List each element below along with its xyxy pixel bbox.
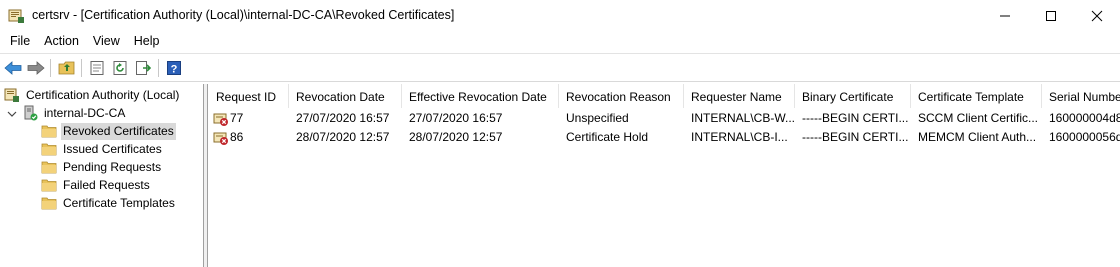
- window-title: certsrv - [Certification Authority (Loca…: [32, 8, 455, 22]
- column-binary-certificate[interactable]: Binary Certificate: [795, 84, 911, 108]
- column-requester-name[interactable]: Requester Name: [684, 84, 795, 108]
- cell-effective-revocation-date: 27/07/2020 16:57: [409, 111, 503, 125]
- title-bar: certsrv - [Certification Authority (Loca…: [0, 0, 1120, 31]
- cell-revocation-date: 27/07/2020 16:57: [296, 111, 390, 125]
- folder-icon: [41, 125, 57, 138]
- export-list-icon: [136, 61, 151, 75]
- refresh-button[interactable]: [110, 58, 130, 78]
- tree-item-root[interactable]: Certification Authority (Local): [4, 86, 181, 104]
- cell-effective-revocation-date: 28/07/2020 12:57: [409, 130, 503, 144]
- properties-button[interactable]: [87, 58, 107, 78]
- folder-icon: [41, 179, 57, 192]
- console-tree: Certification Authority (Local) internal…: [0, 84, 204, 267]
- cell-request-id: 77: [230, 111, 244, 125]
- cell-binary-certificate: -----BEGIN CERTI...: [802, 111, 909, 125]
- column-request-id[interactable]: Request ID: [209, 84, 289, 108]
- cell-serial-number: 1600000056d: [1049, 130, 1120, 144]
- menu-action[interactable]: Action: [37, 31, 86, 52]
- minimize-button[interactable]: [982, 0, 1028, 31]
- svg-text:?: ?: [171, 64, 178, 76]
- close-button[interactable]: [1074, 0, 1120, 31]
- menu-help[interactable]: Help: [127, 31, 167, 52]
- help-icon: ?: [167, 61, 181, 76]
- properties-icon: [90, 61, 104, 75]
- tree-item-ca[interactable]: internal-DC-CA: [22, 104, 127, 122]
- tree-label-failed: Failed Requests: [63, 177, 150, 192]
- help-button[interactable]: ?: [164, 58, 184, 78]
- ca-server-icon: [24, 105, 38, 121]
- tree-label-issued: Issued Certificates: [63, 141, 162, 156]
- cell-binary-certificate: -----BEGIN CERTI...: [802, 130, 909, 144]
- folder-icon: [41, 161, 57, 174]
- tree-item-certificate-templates[interactable]: Certificate Templates: [41, 194, 177, 212]
- column-certificate-template[interactable]: Certificate Template: [911, 84, 1042, 108]
- menu-bar: File Action View Help: [0, 31, 1120, 52]
- cell-requester-name: INTERNAL\CB-I...: [691, 130, 788, 144]
- table-row[interactable]: 86 28/07/2020 12:57 28/07/2020 12:57 Cer…: [209, 128, 1120, 147]
- tree-item-issued-certificates[interactable]: Issued Certificates: [41, 140, 164, 158]
- folder-icon: [41, 197, 57, 210]
- export-list-button[interactable]: [133, 58, 153, 78]
- back-icon: [4, 61, 22, 75]
- up-folder-button[interactable]: [57, 58, 77, 78]
- cell-revocation-reason: Unspecified: [566, 111, 629, 125]
- cell-serial-number: 160000004d8: [1049, 111, 1120, 125]
- maximize-button[interactable]: [1028, 0, 1074, 31]
- menu-view[interactable]: View: [86, 31, 127, 52]
- menu-file[interactable]: File: [0, 31, 37, 52]
- forward-icon: [27, 61, 45, 75]
- column-serial-number[interactable]: Serial Number: [1042, 84, 1120, 108]
- forward-button[interactable]: [26, 58, 46, 78]
- cell-requester-name: INTERNAL\CB-W...: [691, 111, 795, 125]
- column-effective-revocation-date[interactable]: Effective Revocation Date: [402, 84, 559, 108]
- cell-revocation-date: 28/07/2020 12:57: [296, 130, 390, 144]
- certification-authority-icon: [4, 88, 19, 102]
- folder-icon: [41, 143, 57, 156]
- certsrv-icon: [8, 9, 24, 23]
- tree-label-root: Certification Authority (Local): [26, 87, 180, 102]
- tree-label-pending: Pending Requests: [63, 159, 162, 174]
- results-list: Request ID Revocation Date Effective Rev…: [209, 84, 1120, 267]
- table-row[interactable]: 77 27/07/2020 16:57 27/07/2020 16:57 Uns…: [209, 109, 1120, 128]
- pane-splitter[interactable]: [204, 84, 208, 267]
- column-revocation-reason[interactable]: Revocation Reason: [559, 84, 684, 108]
- cell-request-id: 86: [230, 130, 244, 144]
- cell-certificate-template: SCCM Client Certific...: [918, 111, 1039, 125]
- tree-label-revoked: Revoked Certificates: [61, 122, 176, 140]
- tree-item-failed-requests[interactable]: Failed Requests: [41, 176, 152, 194]
- column-revocation-date[interactable]: Revocation Date: [289, 84, 402, 108]
- tree-item-revoked-certificates[interactable]: Revoked Certificates: [41, 122, 176, 140]
- maximize-icon: [1046, 10, 1056, 21]
- cell-revocation-reason: Certificate Hold: [566, 130, 649, 144]
- chevron-down-icon[interactable]: [7, 109, 17, 119]
- up-folder-icon: [58, 61, 75, 75]
- refresh-icon: [113, 61, 127, 75]
- tree-label-ca: internal-DC-CA: [44, 105, 126, 120]
- minimize-icon: [1000, 15, 1010, 16]
- tree-label-templates: Certificate Templates: [63, 195, 175, 210]
- tree-item-pending-requests[interactable]: Pending Requests: [41, 158, 163, 176]
- toolbar: ?: [0, 53, 1120, 82]
- list-header: Request ID Revocation Date Effective Rev…: [209, 84, 1120, 108]
- back-button[interactable]: [3, 58, 23, 78]
- close-icon: [1091, 10, 1103, 21]
- cell-certificate-template: MEMCM Client Auth...: [918, 130, 1037, 144]
